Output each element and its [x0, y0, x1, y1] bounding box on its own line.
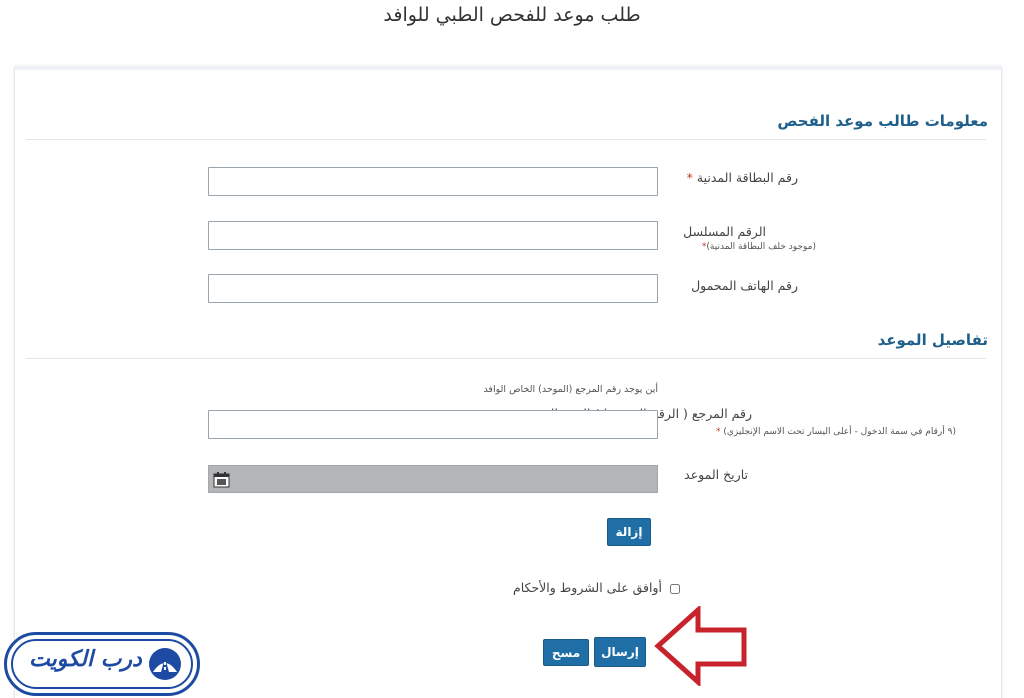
reference-help-link[interactable]: أين يوجد رقم المرجع (الموحد) الخاص الواف…	[483, 384, 658, 395]
terms-checkbox[interactable]	[670, 583, 680, 594]
applicant-section-title: معلومات طالب موعد الفحص	[777, 112, 988, 130]
civil-id-input[interactable]	[208, 167, 658, 196]
section-divider	[26, 358, 986, 359]
road-logo-icon	[149, 648, 181, 680]
section-divider	[26, 139, 986, 140]
serial-label: الرقم المسلسل	[683, 224, 766, 239]
appointment-date-input[interactable]	[208, 465, 658, 493]
logo-text: درب الكويت	[29, 647, 142, 672]
serial-hint: (موجود خلف البطاقة المدنية)*	[701, 242, 816, 252]
submit-button[interactable]: إرسال	[594, 637, 646, 667]
page-title: طلب موعد للفحص الطبي للوافد	[383, 4, 641, 26]
site-logo: درب الكويت	[4, 632, 200, 696]
form-panel	[14, 66, 1002, 698]
mobile-label: رقم الهاتف المحمول	[691, 278, 798, 293]
appointment-section-title: تفاصيل الموعد	[877, 331, 988, 349]
calendar-icon[interactable]	[213, 472, 230, 488]
clear-date-button[interactable]: إزالة	[607, 518, 651, 546]
reference-hint: (٩ أرقام في سمة الدخول - أعلى اليسار تحت…	[715, 427, 956, 437]
mobile-input[interactable]	[208, 274, 658, 303]
terms-label: أوافق على الشروط والأحكام	[512, 580, 663, 595]
serial-number-input[interactable]	[208, 221, 658, 250]
terms-row: أوافق على الشروط والأحكام	[500, 580, 680, 595]
appointment-date-label: تاريخ الموعد	[684, 467, 748, 482]
reset-button[interactable]: مسح	[543, 639, 589, 666]
reference-number-input[interactable]	[208, 410, 658, 439]
civil-id-label: رقم البطاقة المدنية *	[686, 170, 798, 185]
pointer-arrow-icon	[654, 606, 747, 686]
